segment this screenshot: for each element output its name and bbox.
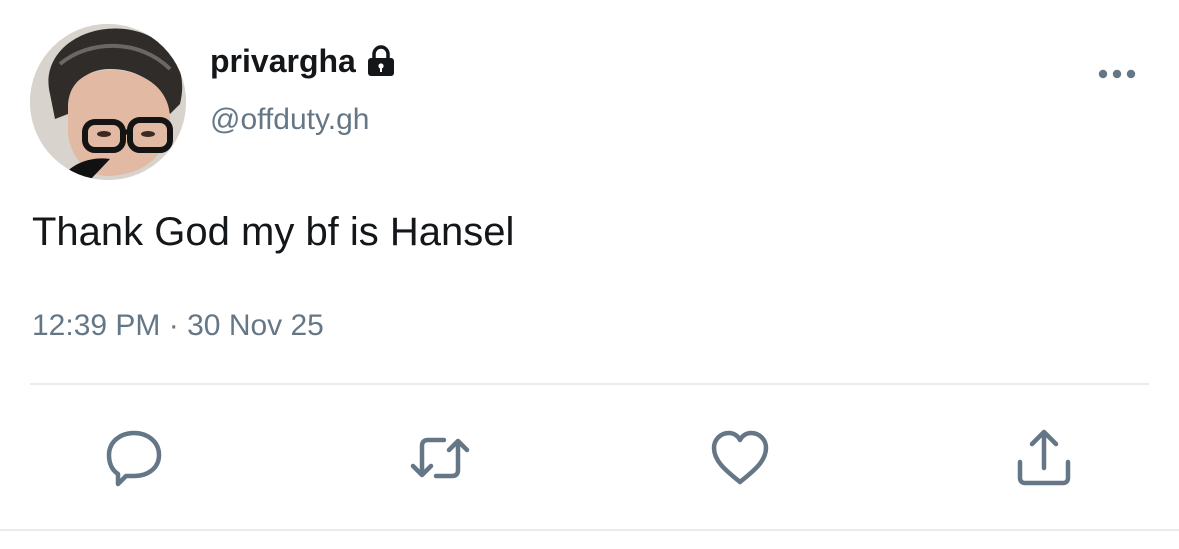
like-icon: [711, 430, 769, 485]
handle[interactable]: @offduty.gh: [210, 100, 369, 140]
lock-icon: [364, 44, 398, 78]
display-name[interactable]: privargha: [210, 40, 356, 82]
tweet-timestamp[interactable]: 12:39 PM · 30 Nov 25: [32, 306, 324, 346]
reply-button[interactable]: [104, 428, 164, 488]
tweet-date: 30 Nov 25: [187, 309, 324, 342]
avatar[interactable]: [30, 24, 186, 180]
tweet-time: 12:39 PM: [32, 309, 161, 342]
tweet-text: Thank God my bf is Hansel: [32, 210, 515, 254]
divider: [30, 383, 1149, 385]
author-name-row: privargha: [210, 40, 398, 82]
bottom-divider: [0, 529, 1179, 531]
share-icon: [1017, 429, 1071, 486]
more-options-icon[interactable]: [1094, 62, 1140, 86]
retweet-icon: [410, 437, 470, 479]
avatar-image: [30, 24, 186, 180]
share-button[interactable]: [1014, 428, 1074, 488]
retweet-button[interactable]: [410, 428, 470, 488]
reply-icon: [106, 430, 162, 487]
meta-separator: ·: [168, 309, 179, 342]
like-button[interactable]: [710, 428, 770, 488]
